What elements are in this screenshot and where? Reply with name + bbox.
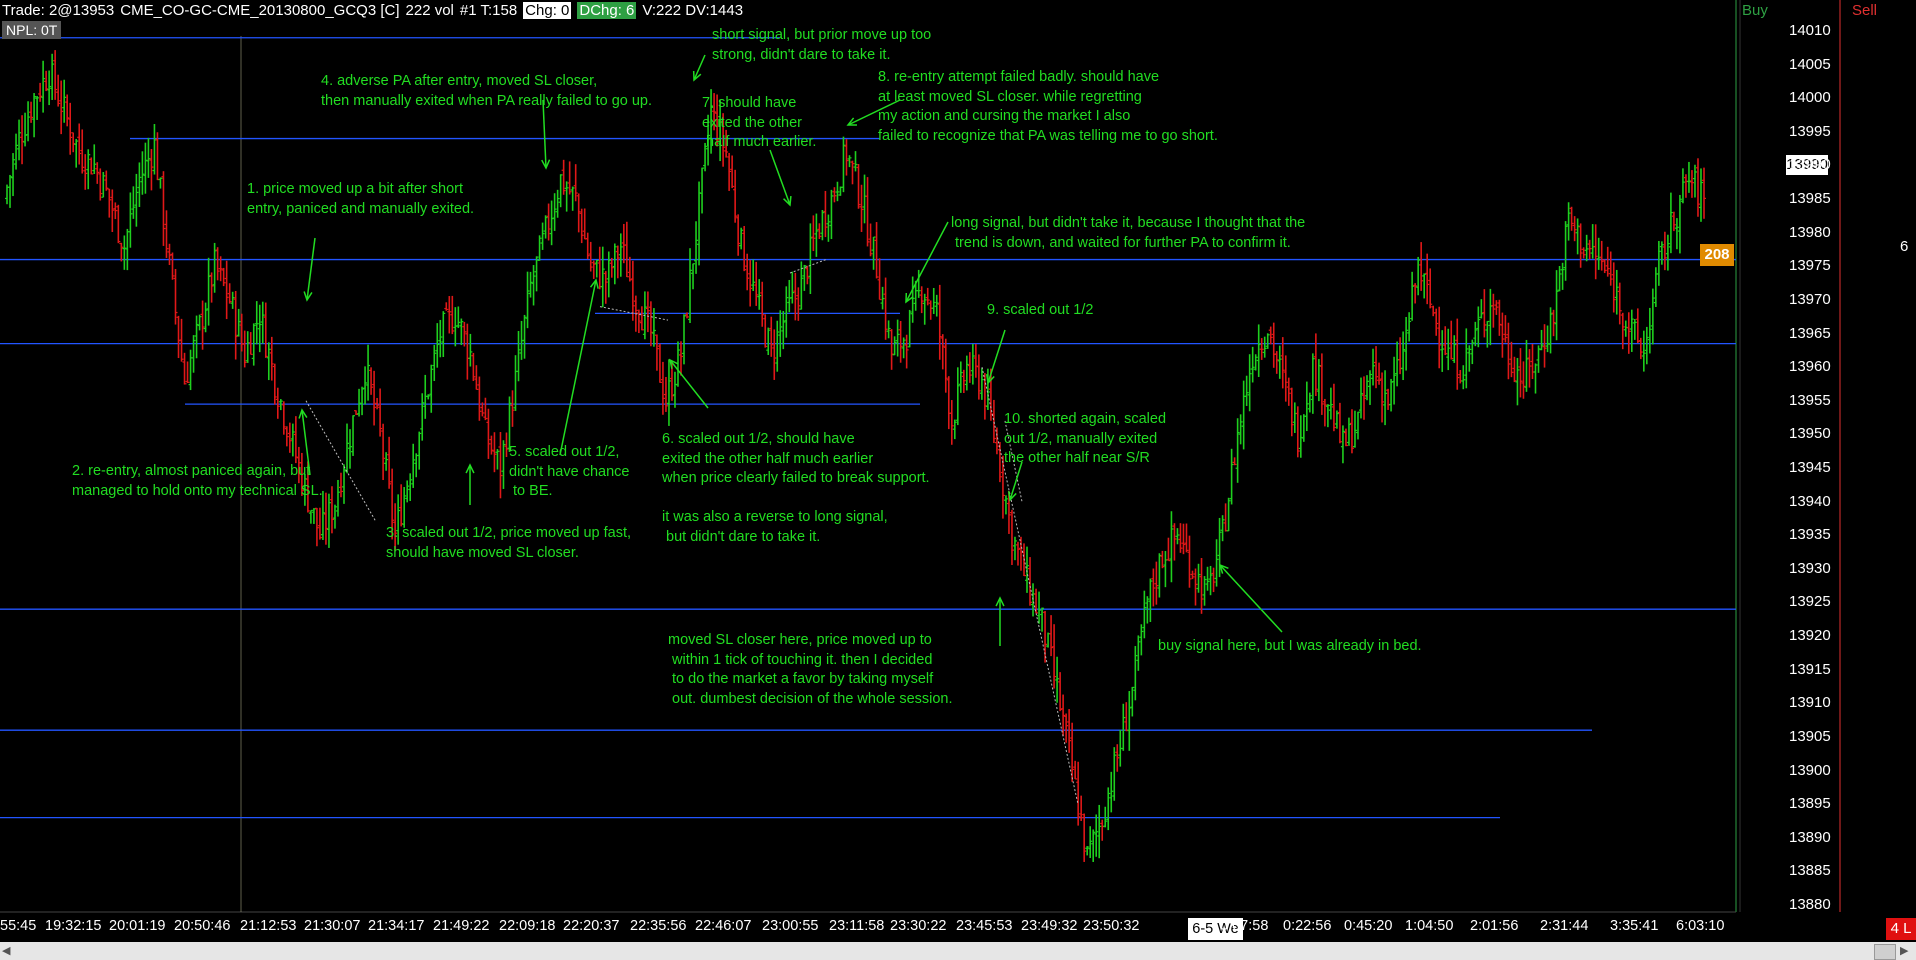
symbol-label: CME_CO-GC-CME_20130800_GCQ3 [C] [120, 1, 400, 19]
trade-annotation: 3. scaled out 1/2, price moved up fast, … [386, 525, 632, 561]
time-tick-label: 22:35:56 [630, 918, 687, 934]
price-tick-label: 13880 [1789, 896, 1831, 913]
price-tick-label: 13930 [1789, 559, 1831, 577]
price-tick-label: 13915 [1789, 660, 1831, 678]
time-tick-label: 22:20:37 [563, 918, 620, 934]
trade-annotation: 9. scaled out 1/2 [987, 302, 1094, 318]
time-tick-label: 23:11:58 [829, 918, 885, 934]
price-tick-label: 13960 [1789, 358, 1831, 376]
time-tick-label: 21:30:07 [304, 918, 361, 934]
chart-header: Trade: 2@13953 CME_CO-GC-CME_20130800_GC… [2, 0, 749, 20]
daily-change-badge: DChg: 6 [577, 1, 637, 19]
price-tick-label: 13895 [1789, 795, 1831, 813]
price-tick-label: 13920 [1789, 627, 1831, 645]
time-tick-label: 1:04:50 [1405, 918, 1454, 934]
scroll-right-icon[interactable]: ▶ [1900, 944, 1912, 958]
trade-annotation: buy signal here, but I was already in be… [1158, 638, 1422, 654]
time-tick-label: 21:34:17 [368, 918, 425, 934]
price-tick-label: 13995 [1789, 122, 1831, 140]
time-tick-label: 21:49:22 [433, 918, 490, 934]
time-tick-label: 0:45:20 [1344, 918, 1393, 934]
buy-column-header[interactable]: Buy [1742, 2, 1768, 19]
time-tick-label: 21:12:53 [240, 918, 297, 934]
price-tick-label: 14000 [1789, 89, 1831, 107]
price-tick-label: 13985 [1789, 190, 1831, 208]
trade-annotation: 5. scaled out 1/2, didn't have chance to… [509, 444, 630, 499]
price-tick-label: 13945 [1789, 459, 1831, 476]
price-tick-label: 13990 [1789, 156, 1831, 174]
time-tick-label: 20:01:19 [109, 918, 166, 934]
trade-annotation: long signal, but didn't take it, because… [951, 215, 1306, 251]
price-tick-label: 13935 [1789, 526, 1831, 544]
lots-indicator[interactable]: 4 L [1886, 918, 1916, 940]
trade-annotation: short signal, but prior move up too stro… [712, 27, 932, 63]
time-tick-label: 22:09:18 [499, 918, 556, 934]
trade-annotation: 6. scaled out 1/2, should have exited th… [662, 431, 930, 545]
price-tick-label: 13975 [1789, 257, 1831, 275]
price-tick-label: 13980 [1789, 223, 1831, 241]
price-tick-label: 13970 [1789, 290, 1831, 308]
trade-annotation: moved SL closer here, price moved up to … [668, 632, 953, 707]
time-tick-label: 2:01:56 [1470, 918, 1519, 934]
bar-info: #1 T:158 [459, 1, 518, 19]
time-tick-label: 2:31:44 [1540, 918, 1589, 934]
scrollbar-thumb[interactable] [1874, 944, 1896, 960]
sell-column-header[interactable]: Sell [1852, 2, 1877, 19]
change-badge: Chg: 0 [523, 1, 572, 19]
time-tick-label: 23:49:32 [1021, 918, 1078, 934]
price-tick-label: 13940 [1789, 492, 1831, 510]
time-tick-label: 6:03:10 [1676, 918, 1725, 934]
trade-annotation: 1. price moved up a bit after short entr… [247, 181, 475, 217]
time-tick-label: 23:50:32 [1083, 918, 1140, 934]
price-tick-label: 13925 [1789, 593, 1831, 611]
trade-annotation: 8. re-entry attempt failed badly. should… [878, 69, 1218, 144]
position-count: 6 [1900, 238, 1909, 255]
price-tick-label: 13955 [1789, 391, 1831, 409]
trade-info: Trade: 2@13953 [2, 1, 115, 19]
time-tick-label: 19:32:15 [45, 918, 102, 934]
volume-stats: V:222 DV:1443 [642, 1, 744, 19]
time-tick-label: 20:50:46 [174, 918, 231, 934]
price-tick-label: 13905 [1789, 727, 1831, 745]
time-tick-label: 23:00:55 [762, 918, 819, 934]
price-tick-label: 13885 [1789, 862, 1831, 880]
scroll-left-icon[interactable]: ◀ [2, 944, 14, 958]
volume-label: 222 vol [405, 1, 454, 19]
price-tick-label: 13965 [1789, 324, 1831, 342]
trade-annotation: 2. re-entry, almost paniced again, but m… [72, 463, 323, 499]
price-tick-label: 13950 [1789, 425, 1831, 443]
time-tick-label: 23:45:53 [956, 918, 1013, 934]
price-tick-label: 13890 [1789, 828, 1831, 846]
time-tick-label: 55:45 [0, 918, 37, 934]
time-tick-label: 22:46:07 [695, 918, 752, 934]
time-tick-label: 0:07:58 [1220, 918, 1269, 934]
price-tick-label: 14005 [1789, 55, 1831, 73]
price-tick-label: 13900 [1789, 761, 1831, 779]
trade-annotation: 10. shorted again, scaled out 1/2, manua… [1004, 411, 1167, 466]
trade-annotation: 4. adverse PA after entry, moved SL clos… [321, 73, 653, 109]
price-tick-label: 14010 [1789, 22, 1831, 39]
npl-badge: NPL: 0T [2, 21, 62, 39]
trade-annotation: 7. should have exited the other half muc… [702, 95, 817, 150]
time-tick-label: 3:35:41 [1610, 918, 1659, 934]
volume-tag: 208 [1700, 244, 1734, 266]
time-tick-label: 23:30:22 [890, 918, 947, 934]
price-tick-label: 13910 [1789, 694, 1831, 712]
horizontal-scrollbar[interactable] [0, 942, 1916, 960]
time-tick-label: 0:22:56 [1283, 918, 1332, 934]
